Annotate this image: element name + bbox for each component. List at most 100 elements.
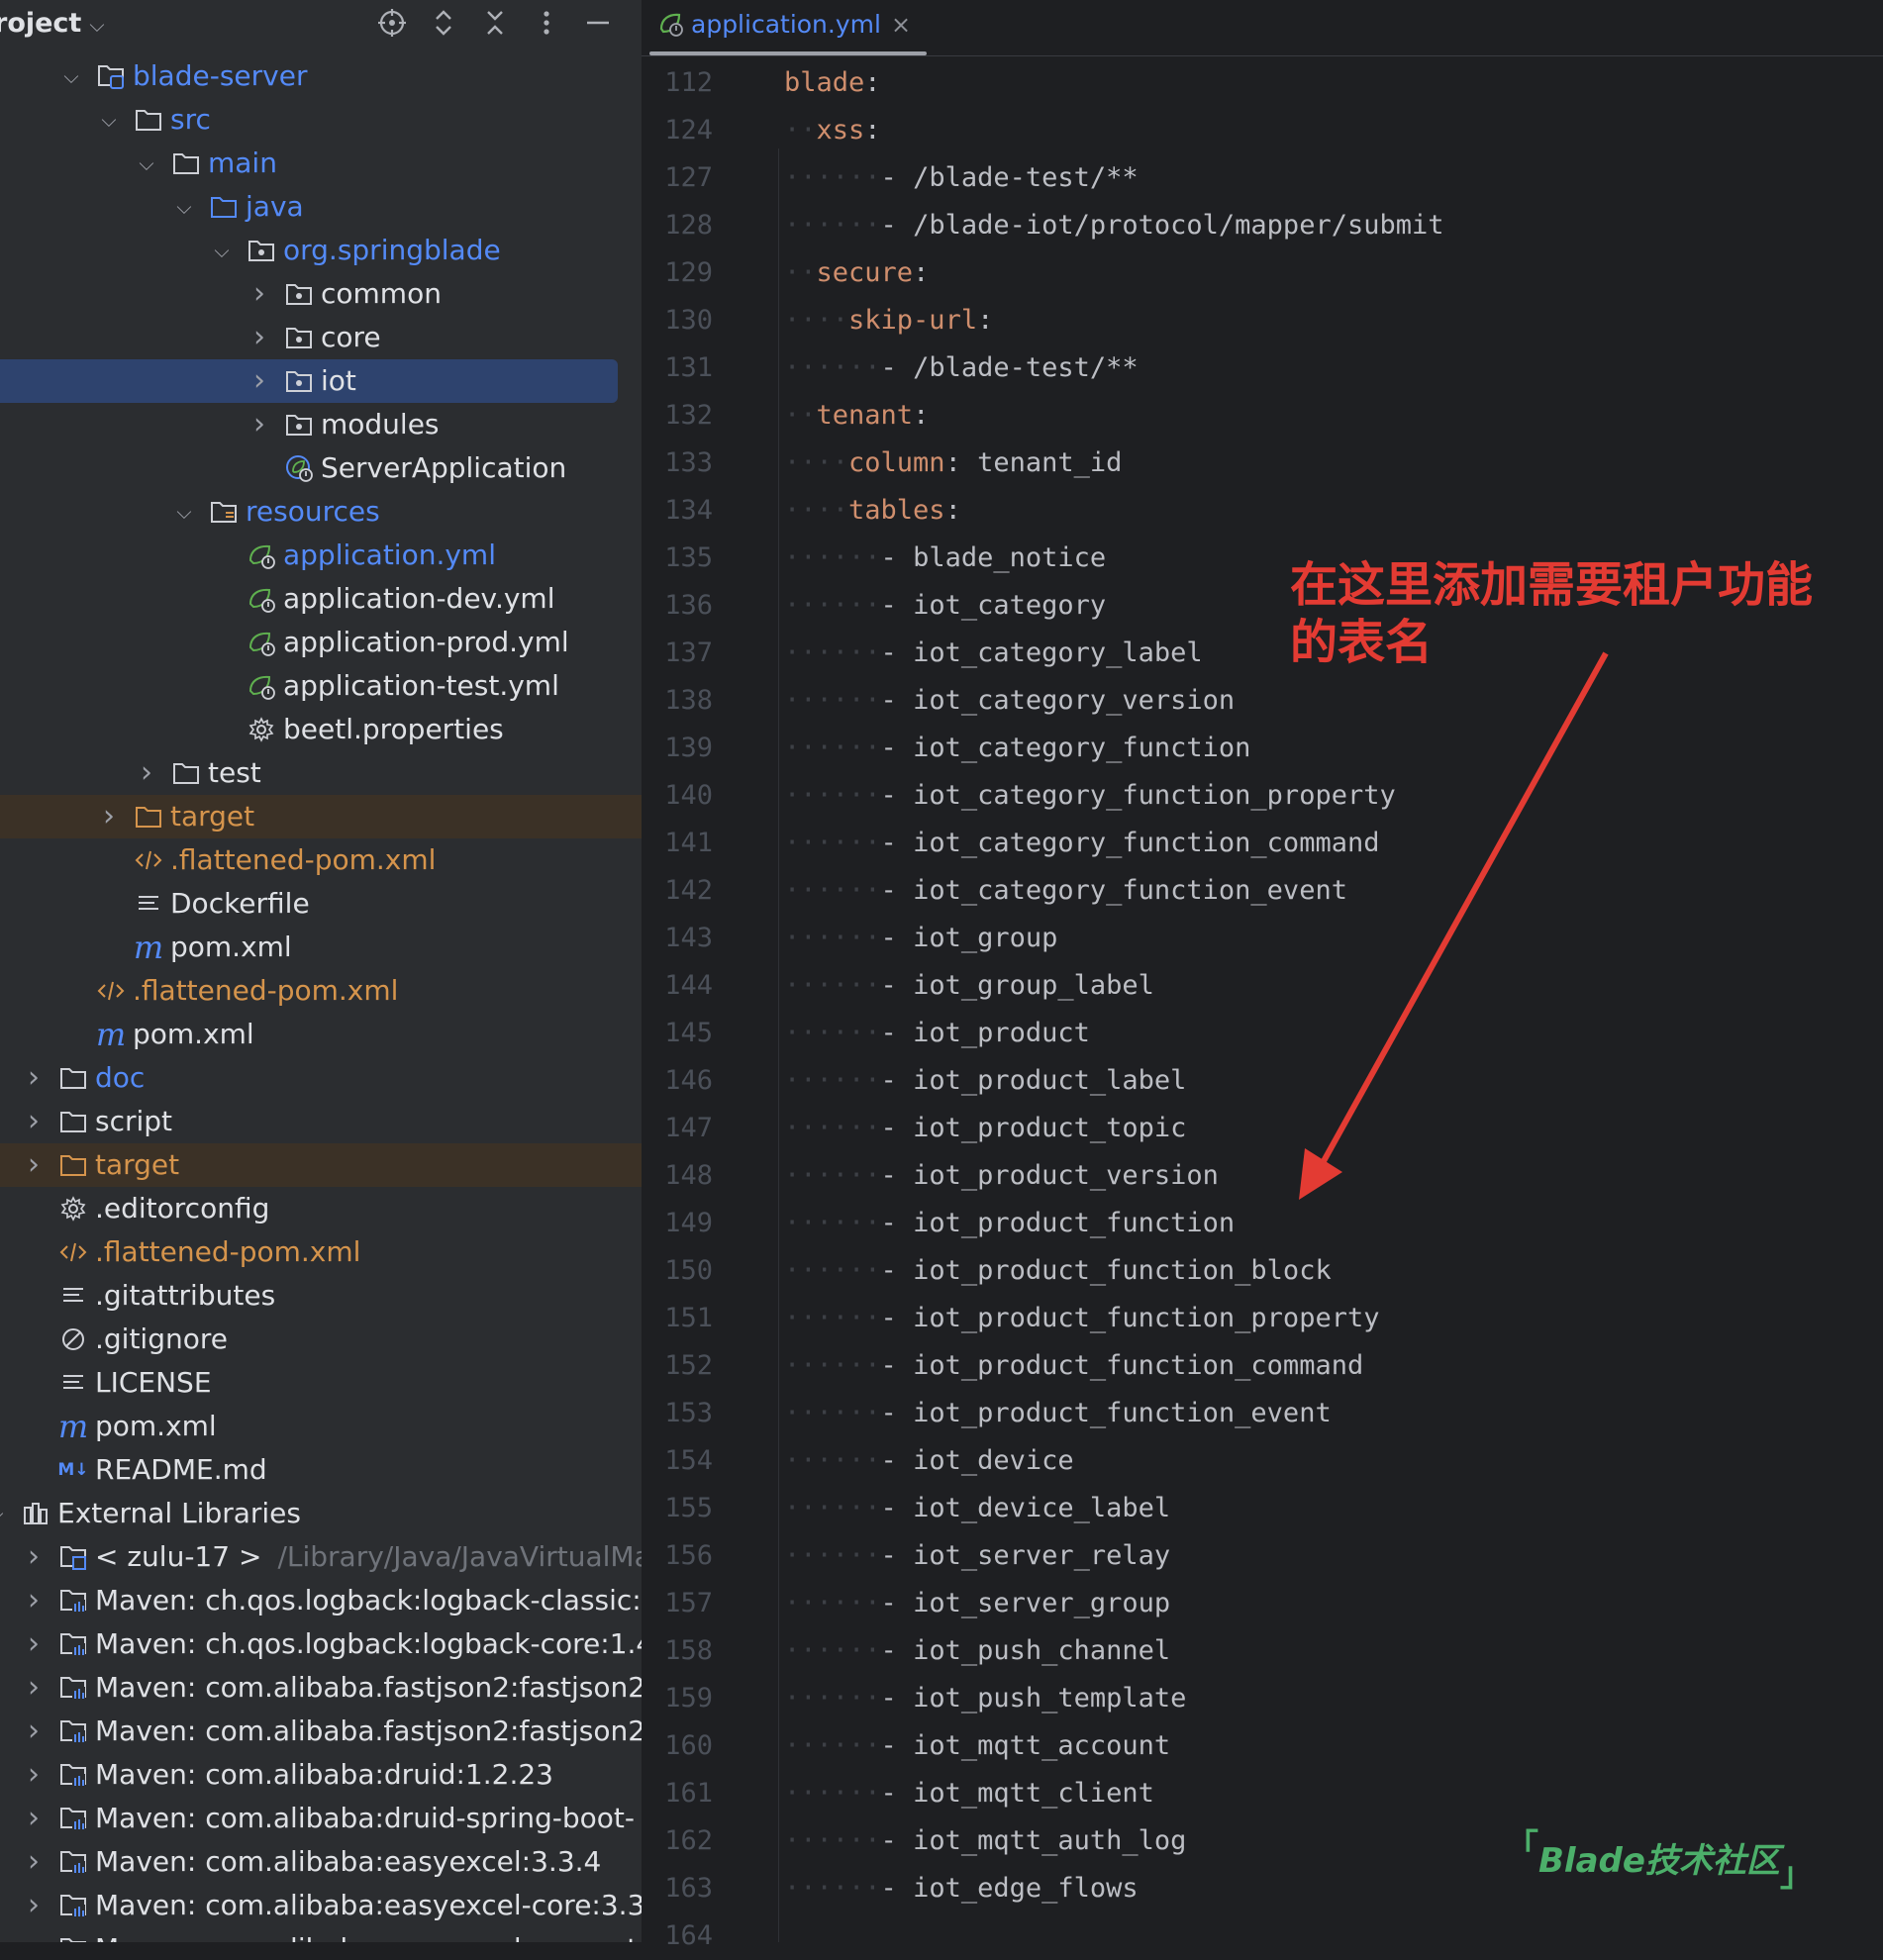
code-line[interactable]: 161 ······- iot_mqtt_client [642,1770,1883,1817]
tree-item[interactable]: ⌵ src [0,98,642,142]
chevron-down-icon[interactable]: ⌵ [97,98,121,142]
code-view[interactable]: 112 blade: 124 ··xss: 127 ······- /blade-te… [642,59,1883,1960]
tree-item[interactable]: .flattened-pom.xml [0,1230,642,1274]
code-line[interactable]: 146 ······- iot_product_label [642,1057,1883,1105]
tree-item[interactable]: ⌵ resources [0,490,642,534]
more-options-icon[interactable] [529,8,564,44]
code-line[interactable]: 156 ······- iot_server_relay [642,1532,1883,1580]
tree-item[interactable]: .gitattributes [0,1274,642,1318]
tree-item[interactable]: › Maven: com.alibaba.fastjson2:fastjson2- [0,1710,642,1753]
chevron-right-icon[interactable]: › [22,1753,46,1797]
tree-item[interactable]: LICENSE [0,1361,642,1405]
chevron-right-icon[interactable]: › [248,272,271,316]
tree-item[interactable]: › common [0,272,642,316]
chevron-down-icon[interactable]: ⌵ [172,185,196,229]
chevron-right-icon[interactable]: › [22,1535,46,1579]
code-line[interactable]: 157 ······- iot_server_group [642,1580,1883,1627]
tree-item[interactable]: › Maven: com.alibaba:druid-spring-boot- [0,1797,642,1840]
code-line[interactable]: 142 ······- iot_category_function_event [642,867,1883,915]
chevron-right-icon[interactable]: › [22,1840,46,1884]
tree-item[interactable]: m pom.xml [0,1405,642,1448]
code-line[interactable]: 143 ······- iot_group [642,915,1883,962]
chevron-right-icon[interactable]: › [22,1884,46,1927]
chevron-right-icon[interactable]: › [22,1143,46,1187]
chevron-right-icon[interactable]: › [22,1666,46,1710]
tree-item[interactable]: ⌵ org.springblade [0,229,642,272]
code-line[interactable]: 128 ······- /blade-iot/protocol/mapper/su… [642,202,1883,249]
chevron-down-icon[interactable]: ⌵ [172,490,196,534]
code-line[interactable]: 134 ····tables: [642,487,1883,535]
code-line[interactable]: 139 ······- iot_category_function [642,725,1883,772]
tree-item[interactable]: application-prod.yml [0,621,642,664]
code-line[interactable]: 145 ······- iot_product [642,1010,1883,1057]
chevron-down-icon[interactable]: ⌵ [135,142,158,185]
chevron-down-icon[interactable]: ⌵ [59,54,83,98]
tree-item[interactable]: .flattened-pom.xml [0,969,642,1013]
tree-item[interactable]: m pom.xml [0,1013,642,1056]
tree-item[interactable]: › script [0,1100,642,1143]
code-line[interactable]: 129 ··secure: [642,249,1883,297]
chevron-right-icon[interactable]: › [248,403,271,446]
chevron-right-icon[interactable]: › [22,1100,46,1143]
locate-icon[interactable] [374,8,410,44]
tree-item[interactable]: › Maven: com.alibaba:easyexcel-support:3 [0,1927,642,1942]
chevron-right-icon[interactable]: › [248,316,271,359]
tree-item[interactable]: beetl.properties [0,708,642,751]
chevron-right-icon[interactable]: › [22,1056,46,1100]
tree-item[interactable]: › core [0,316,642,359]
chevron-right-icon[interactable]: › [135,751,158,795]
tree-item[interactable]: › test [0,751,642,795]
tree-item[interactable]: › Maven: com.alibaba:easyexcel-core:3.3.4 [0,1884,642,1927]
tree-item[interactable]: Dockerfile [0,882,642,926]
chevron-right-icon[interactable]: › [22,1622,46,1666]
tree-item[interactable]: › target [0,1143,642,1187]
tree-item[interactable]: › modules [0,403,642,446]
code-line[interactable]: 153 ······- iot_product_function_event [642,1390,1883,1437]
tree-item[interactable]: .editorconfig [0,1187,642,1230]
project-view-selector[interactable]: roject ⌵ [0,8,105,39]
tree-item[interactable]: › < zulu-17 >/Library/Java/JavaVirtualMa [0,1535,642,1579]
chevron-right-icon[interactable]: › [22,1579,46,1622]
chevron-right-icon[interactable]: › [22,1797,46,1840]
code-line[interactable]: 147 ······- iot_product_topic [642,1105,1883,1152]
code-line[interactable]: 158 ······- iot_push_channel [642,1627,1883,1675]
tree-item[interactable]: › doc [0,1056,642,1100]
collapse-all-icon[interactable] [477,8,513,44]
tree-item[interactable]: › Maven: ch.qos.logback:logback-core:1.4 [0,1622,642,1666]
tree-item[interactable]: M↓ README.md [0,1448,642,1492]
tree-item[interactable]: .flattened-pom.xml [0,838,642,882]
close-icon[interactable]: × [891,11,911,39]
tree-item[interactable]: › Maven: com.alibaba:easyexcel:3.3.4 [0,1840,642,1884]
code-line[interactable]: 159 ······- iot_push_template [642,1675,1883,1722]
code-line[interactable]: 132 ··tenant: [642,392,1883,440]
code-line[interactable]: 152 ······- iot_product_function_command [642,1342,1883,1390]
tree-item[interactable]: › Maven: com.alibaba:druid:1.2.23 [0,1753,642,1797]
code-line[interactable]: 148 ······- iot_product_version [642,1152,1883,1200]
code-line[interactable]: 160 ······- iot_mqtt_account [642,1722,1883,1770]
expand-all-icon[interactable] [426,8,461,44]
chevron-right-icon[interactable]: › [97,795,121,838]
tab-application-yml[interactable]: application.yml × [645,0,1566,55]
code-line[interactable]: 144 ······- iot_group_label [642,962,1883,1010]
code-line[interactable]: 130 ····skip-url: [642,297,1883,344]
code-line[interactable]: 164 [642,1912,1883,1960]
tree-item[interactable]: ServerApplication [0,446,642,490]
tree-item[interactable]: › Maven: ch.qos.logback:logback-classic:1 [0,1579,642,1622]
tree-item[interactable]: ⌵ External Libraries [0,1492,642,1535]
tree-item[interactable]: application-dev.yml [0,577,642,621]
chevron-right-icon[interactable]: › [248,359,271,403]
code-line[interactable]: 112 blade: [642,59,1883,107]
code-line[interactable]: 154 ······- iot_device [642,1437,1883,1485]
tree-item[interactable]: ⌵ java [0,185,642,229]
tree-item[interactable]: .gitignore [0,1318,642,1361]
code-line[interactable]: 155 ······- iot_device_label [642,1485,1883,1532]
tree-item[interactable]: ⌵ blade-server [0,54,642,98]
tree-item[interactable]: › iot [0,359,618,403]
code-line[interactable]: 141 ······- iot_category_function_command [642,820,1883,867]
tree-item[interactable]: › target [0,795,642,838]
tree-item[interactable]: ⌵ main [0,142,642,185]
tree-item[interactable]: application.yml [0,534,642,577]
tree-item[interactable]: › Maven: com.alibaba.fastjson2:fastjson2:… [0,1666,642,1710]
code-line[interactable]: 133 ····column: tenant_id [642,440,1883,487]
code-line[interactable]: 138 ······- iot_category_version [642,677,1883,725]
